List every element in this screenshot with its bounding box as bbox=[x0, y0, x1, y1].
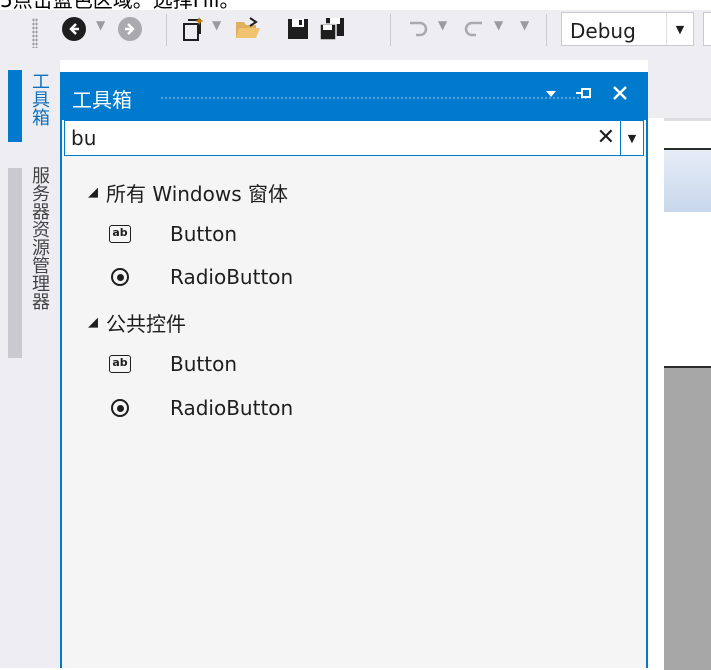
group-label: 所有 Windows 窗体 bbox=[106, 182, 288, 206]
forward-icon bbox=[118, 17, 142, 41]
toolbar-separator bbox=[390, 14, 391, 46]
button-icon: ab bbox=[109, 355, 131, 373]
editor-tab-strip bbox=[648, 60, 711, 118]
form-title-bar[interactable] bbox=[664, 148, 711, 212]
toolbox-side-tab[interactable]: 工具箱 bbox=[26, 72, 52, 126]
save-button[interactable] bbox=[286, 14, 310, 44]
open-folder-icon bbox=[236, 17, 260, 38]
collapse-triangle-icon[interactable]: ◢ bbox=[88, 185, 98, 200]
toolbar-separator bbox=[166, 14, 167, 46]
item-label: Button bbox=[170, 222, 237, 246]
toolbox-group-all-windows-forms[interactable]: ◢ 所有 Windows 窗体 bbox=[88, 178, 288, 207]
form-control-area[interactable] bbox=[664, 366, 711, 670]
server-explorer-tab-indicator[interactable] bbox=[8, 168, 22, 358]
toolbox-tab-indicator[interactable] bbox=[8, 70, 22, 142]
save-icon bbox=[288, 19, 308, 39]
new-project-icon bbox=[183, 17, 204, 41]
button-icon: ab bbox=[109, 225, 131, 243]
save-all-button[interactable] bbox=[318, 14, 346, 44]
item-label: RadioButton bbox=[170, 396, 294, 420]
back-icon bbox=[62, 17, 86, 41]
new-project-button[interactable] bbox=[180, 14, 206, 44]
back-dropdown-icon[interactable]: ▼ bbox=[96, 18, 105, 32]
radio-button-icon bbox=[111, 399, 129, 417]
chevron-down-icon[interactable]: ▼ bbox=[666, 13, 693, 45]
radio-button-icon bbox=[111, 268, 129, 286]
toolbar-separator bbox=[546, 14, 547, 46]
redo-button[interactable] bbox=[462, 14, 486, 44]
undo-button[interactable] bbox=[406, 14, 430, 44]
toolbox-title: 工具箱 bbox=[72, 88, 132, 112]
configuration-value: Debug bbox=[570, 19, 636, 43]
redo-dropdown-icon[interactable]: ▼ bbox=[494, 18, 503, 32]
item-label: Button bbox=[170, 352, 237, 376]
overflow-dropdown-icon[interactable]: ▼ bbox=[520, 18, 529, 32]
search-dropdown-icon[interactable]: ▼ bbox=[620, 121, 643, 155]
undo-dropdown-icon[interactable]: ▼ bbox=[438, 18, 447, 32]
side-tab-rail bbox=[0, 60, 60, 668]
collapse-triangle-icon[interactable]: ◢ bbox=[88, 315, 98, 330]
toolbox-search-box[interactable]: ✕ ▼ bbox=[64, 120, 644, 156]
title-bar-grip bbox=[160, 96, 590, 100]
back-button[interactable] bbox=[62, 14, 86, 44]
new-dropdown-icon[interactable]: ▼ bbox=[212, 18, 221, 32]
pin-icon[interactable] bbox=[574, 84, 594, 108]
search-input[interactable] bbox=[71, 125, 581, 151]
editor-divider bbox=[664, 118, 711, 121]
redo-icon bbox=[464, 21, 482, 37]
close-icon[interactable] bbox=[612, 84, 628, 108]
toolbox-title-bar[interactable]: 工具箱 bbox=[62, 72, 646, 120]
item-label: RadioButton bbox=[170, 265, 294, 289]
instruction-caption: 5点击蓝色区域。选择Fill。 bbox=[0, 0, 240, 12]
toolbar-grip[interactable] bbox=[32, 18, 38, 48]
server-explorer-side-tab[interactable]: 服务器资源管理器 bbox=[26, 166, 52, 310]
standard-toolbar: ▼ ▼ ▼ ▼ ▼ Debug ▼ bbox=[0, 10, 711, 60]
toolbox-item-button[interactable]: ab Button bbox=[108, 352, 237, 376]
toolbox-item-radiobutton[interactable]: RadioButton bbox=[108, 396, 293, 420]
platform-select[interactable] bbox=[703, 12, 711, 46]
group-label: 公共控件 bbox=[106, 312, 186, 336]
open-button[interactable] bbox=[234, 14, 262, 44]
toolbox-item-radiobutton[interactable]: RadioButton bbox=[108, 265, 293, 289]
solution-configuration-select[interactable]: Debug ▼ bbox=[561, 12, 694, 46]
clear-search-icon[interactable]: ✕ bbox=[597, 125, 615, 151]
toolbox-panel: 工具箱 ✕ ▼ ◢ 所有 Windows 窗体 ab Button RadioB… bbox=[60, 72, 648, 668]
forward-button[interactable] bbox=[118, 14, 142, 44]
toolbox-item-button[interactable]: ab Button bbox=[108, 222, 237, 246]
save-all-icon bbox=[319, 18, 344, 41]
toolbox-group-common-controls[interactable]: ◢ 公共控件 bbox=[88, 308, 186, 337]
undo-icon bbox=[410, 21, 428, 37]
window-position-dropdown-icon[interactable] bbox=[544, 84, 558, 108]
